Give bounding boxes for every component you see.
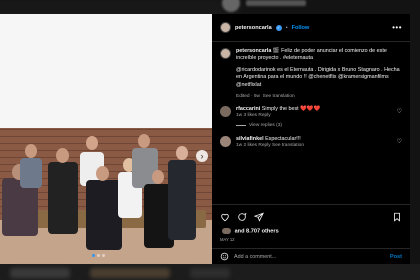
- emoji-icon[interactable]: [220, 252, 229, 261]
- likes-avatars: [222, 228, 231, 234]
- person-head: [96, 166, 109, 181]
- comments-scroll-area[interactable]: petersoncarla 🎬 Feliz de poder anunciar …: [212, 42, 410, 204]
- more-icon[interactable]: •••: [392, 23, 402, 32]
- blurred-feed-bottom: [0, 264, 420, 280]
- post-button[interactable]: Post: [390, 254, 402, 260]
- comment-content: silviafinkel Espectacular!!! 1w 2 likes …: [236, 136, 304, 148]
- post-date: MAY 12: [220, 237, 235, 243]
- heart-emojis: ❤️❤️❤️: [300, 106, 321, 113]
- comment-meta[interactable]: 1w 3 likes Reply: [236, 113, 320, 118]
- caption-username[interactable]: petersoncarla: [236, 48, 271, 54]
- comment-composer: Post: [212, 248, 410, 264]
- verified-icon: ✓: [275, 24, 282, 31]
- comment-item: silviafinkel Espectacular!!! 1w 2 likes …: [220, 136, 402, 148]
- action-icons: [220, 211, 402, 223]
- action-bar: and 8.707 others MAY 12: [212, 204, 410, 242]
- comment-text: Espectacular!!!: [265, 136, 301, 143]
- view-replies[interactable]: View replies (3): [236, 123, 402, 128]
- blurred-content: [10, 268, 70, 278]
- heart-icon[interactable]: [220, 212, 230, 222]
- caption-time: Edited · 5w: [236, 94, 260, 100]
- share-icon[interactable]: [254, 212, 264, 222]
- caption: petersoncarla 🎬 Feliz de poder anunciar …: [220, 48, 402, 100]
- likes-count[interactable]: and 8.707 others: [222, 228, 402, 234]
- post-header: petersoncarla ✓ • Follow •••: [212, 14, 410, 42]
- blurred-content: [90, 268, 170, 278]
- post-image[interactable]: ›: [0, 14, 212, 264]
- comment-input[interactable]: [234, 253, 385, 260]
- heart-icon[interactable]: ♡: [397, 108, 402, 115]
- comment-username[interactable]: rfaccarini: [236, 106, 260, 112]
- comment-item: rfaccarini Simply the best ❤️❤️❤️ 1w 3 l…: [220, 106, 402, 118]
- person-head: [56, 148, 69, 163]
- person: [86, 180, 122, 250]
- caption-avatar[interactable]: [220, 48, 231, 59]
- separator-dot: •: [285, 24, 288, 31]
- person-head: [138, 134, 150, 148]
- person-head: [152, 170, 164, 184]
- bookmark-icon[interactable]: [392, 212, 402, 222]
- instagram-post-viewer: › petersoncarla ✓ • Follow ••• petersonc…: [0, 0, 420, 280]
- post-side-panel: petersoncarla ✓ • Follow ••• petersoncar…: [212, 14, 410, 264]
- post-modal: › petersoncarla ✓ • Follow ••• petersonc…: [0, 14, 420, 264]
- comment-avatar[interactable]: [220, 136, 231, 148]
- avatar[interactable]: [220, 22, 231, 33]
- follow-button[interactable]: Follow: [292, 25, 310, 31]
- comment-avatar[interactable]: [220, 106, 231, 118]
- comment-content: rfaccarini Simply the best ❤️❤️❤️ 1w 3 l…: [236, 106, 320, 118]
- replies-line: [236, 125, 246, 127]
- blurred-content: [190, 268, 230, 278]
- person: [48, 162, 78, 234]
- person: [168, 160, 196, 240]
- carousel-dot: [97, 254, 100, 257]
- person-head: [176, 146, 188, 160]
- blurred-text: [246, 0, 306, 6]
- heart-icon[interactable]: ♡: [397, 138, 402, 145]
- projection-wall: [0, 14, 212, 139]
- person-head: [25, 144, 37, 158]
- see-translation-link[interactable]: See translation: [263, 94, 295, 99]
- comment-icon[interactable]: [237, 212, 247, 222]
- carousel-dot-active: [92, 254, 95, 257]
- likes-text[interactable]: and 8.707 others: [235, 228, 279, 234]
- person-head: [86, 136, 98, 150]
- comment-meta[interactable]: 1w 2 likes Reply See translation: [236, 143, 304, 148]
- next-arrow-icon[interactable]: ›: [196, 150, 208, 162]
- username[interactable]: petersoncarla: [235, 25, 272, 31]
- carousel-dot: [102, 254, 105, 257]
- view-replies-label[interactable]: View replies (3): [249, 123, 282, 128]
- carousel-dots: [92, 254, 105, 257]
- comment-username[interactable]: silviafinkel: [236, 136, 264, 142]
- caption-line: @ricardodarinok es el Eternauta . Dirigi…: [236, 66, 400, 88]
- caption-meta: Edited · 5w See translation: [236, 93, 402, 100]
- comment-text: Simply the best: [261, 106, 299, 113]
- person: [20, 158, 42, 188]
- caption-text: petersoncarla 🎬 Feliz de poder anunciar …: [236, 48, 402, 100]
